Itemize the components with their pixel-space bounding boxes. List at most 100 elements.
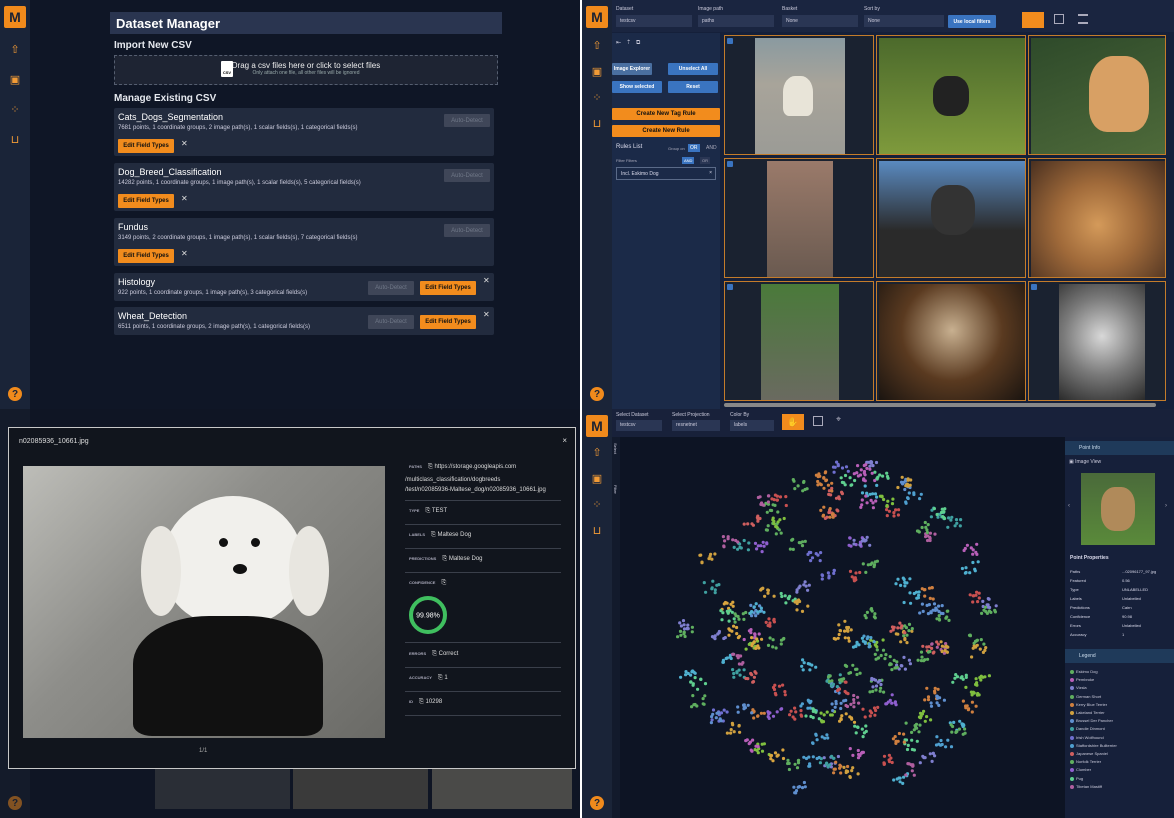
scatter-point[interactable] [941, 515, 945, 519]
scatter-point[interactable] [852, 538, 856, 542]
scatter-icon[interactable]: ⁘ [9, 104, 21, 116]
scatter-point[interactable] [857, 701, 861, 705]
scatter-point[interactable] [925, 603, 929, 607]
scatter-point[interactable] [885, 471, 889, 475]
help-icon[interactable]: ? [590, 796, 604, 810]
scatter-point[interactable] [940, 649, 944, 654]
scatter-point[interactable] [787, 761, 791, 765]
scatter-point[interactable] [802, 479, 806, 484]
scatter-point[interactable] [864, 724, 868, 728]
scatter-point[interactable] [929, 701, 933, 705]
scatter-point[interactable] [756, 514, 760, 518]
scatter-point[interactable] [775, 710, 779, 714]
scatter-point[interactable] [873, 652, 877, 656]
scatter-point[interactable] [848, 775, 852, 779]
legend-item[interactable]: Pug [1070, 776, 1083, 781]
scatter-point[interactable] [866, 563, 870, 567]
scatter-point[interactable] [818, 761, 822, 765]
scatter-point[interactable] [792, 785, 796, 789]
scatter-point[interactable] [848, 671, 853, 675]
scatter-point[interactable] [731, 668, 735, 672]
help-icon[interactable]: ? [8, 387, 22, 401]
upload-icon[interactable]: ⇧ [591, 40, 603, 52]
scatter-point[interactable] [742, 668, 746, 672]
scatter-point[interactable] [766, 591, 770, 595]
scatter-point[interactable] [848, 569, 853, 573]
scatter-point[interactable] [918, 611, 922, 615]
scatter-point[interactable] [987, 674, 991, 678]
scatter-point[interactable] [731, 604, 735, 608]
scatter-point[interactable] [968, 593, 972, 597]
scatter-point[interactable] [826, 571, 830, 575]
basket-icon[interactable]: ⊔ [591, 525, 603, 537]
scatter-point[interactable] [885, 504, 889, 508]
scatter-point[interactable] [733, 612, 737, 616]
scatter-point[interactable] [856, 748, 860, 753]
scatter-point[interactable] [709, 552, 713, 556]
scatter-point[interactable] [766, 588, 770, 592]
scatter-point[interactable] [713, 552, 717, 556]
scatter-point[interactable] [847, 639, 851, 643]
scatter-point[interactable] [858, 543, 862, 547]
scatter-point[interactable] [699, 677, 703, 681]
scatter-point[interactable] [925, 715, 929, 719]
scatter-point[interactable] [907, 658, 911, 662]
scatter-point[interactable] [891, 628, 895, 632]
scatter-point[interactable] [809, 699, 813, 703]
scatter-point[interactable] [834, 760, 838, 764]
scatter-point[interactable] [828, 515, 832, 519]
scatter-point[interactable] [902, 600, 906, 605]
scatter-point[interactable] [946, 525, 950, 529]
scatter-point[interactable] [933, 754, 937, 758]
scatter-point[interactable] [766, 643, 771, 647]
scatter-point[interactable] [939, 743, 943, 747]
scatter-point[interactable] [862, 463, 866, 468]
scatter-point[interactable] [825, 515, 829, 519]
scatter-point[interactable] [870, 471, 874, 475]
scatter-point[interactable] [906, 743, 910, 747]
scatter-point[interactable] [732, 675, 736, 679]
scatter-point[interactable] [849, 702, 853, 706]
scatter-point[interactable] [861, 562, 865, 566]
scatter-point[interactable] [722, 708, 726, 712]
scatter-point[interactable] [816, 479, 820, 484]
scatter-point[interactable] [898, 621, 902, 625]
scatter-point[interactable] [865, 501, 869, 505]
scatter-point[interactable] [691, 694, 695, 698]
scatter-point[interactable] [865, 535, 869, 539]
scatter-point[interactable] [962, 548, 966, 553]
scatter-point[interactable] [941, 611, 945, 616]
scatter-point[interactable] [801, 668, 805, 672]
scatter-point[interactable] [833, 705, 837, 709]
scatter-point[interactable] [873, 492, 878, 496]
scatter-point[interactable] [794, 710, 798, 714]
scatter-point[interactable] [738, 730, 742, 734]
scatter-point[interactable] [862, 478, 866, 482]
scatter-point[interactable] [786, 758, 790, 762]
scatter-point[interactable] [737, 634, 742, 638]
scatter-point[interactable] [799, 709, 803, 713]
scatter-point[interactable] [822, 486, 826, 490]
scatter-point[interactable] [784, 503, 788, 508]
scatter-point[interactable] [855, 672, 859, 677]
scatter-point[interactable] [845, 627, 849, 631]
scatter-point[interactable] [878, 473, 882, 477]
scatter-point[interactable] [921, 609, 925, 613]
scatter-point[interactable] [834, 702, 838, 706]
legend-item[interactable]: Tibetan Mastiff [1070, 784, 1102, 789]
scatter-point[interactable] [932, 507, 936, 511]
scatter-point[interactable] [702, 581, 706, 585]
scatter-point[interactable] [679, 624, 683, 628]
scatter-point[interactable] [827, 576, 831, 580]
scatter-point[interactable] [860, 750, 864, 754]
scatter-point[interactable] [766, 524, 770, 528]
scatter-point[interactable] [955, 675, 960, 679]
scatter-point[interactable] [765, 510, 769, 514]
legend-item[interactable]: Irish Wolfhound [1070, 735, 1104, 740]
scatter-point[interactable] [905, 581, 909, 585]
scatter-point[interactable] [912, 728, 916, 732]
scatter-point[interactable] [753, 541, 758, 545]
scatter-point[interactable] [696, 687, 700, 691]
legend-item[interactable]: Vizsla [1070, 685, 1087, 690]
scatter-point[interactable] [830, 481, 834, 485]
